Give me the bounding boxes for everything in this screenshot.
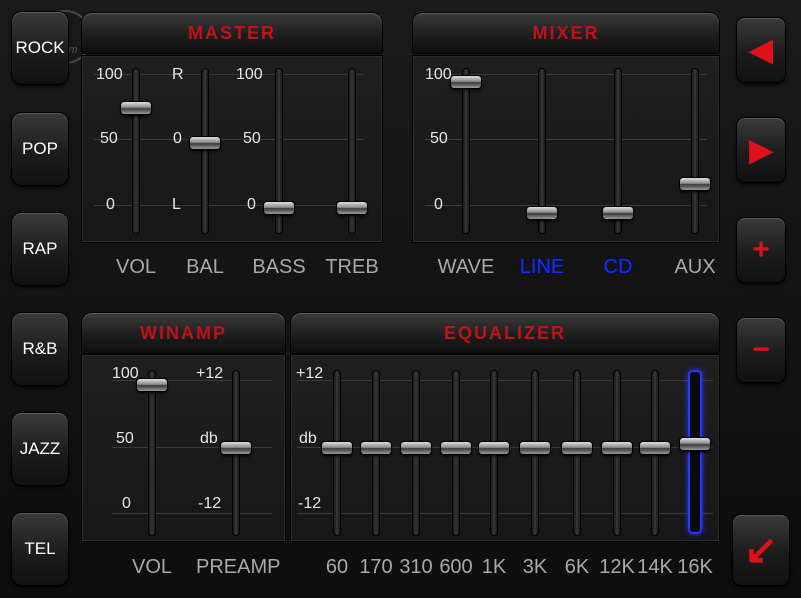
- eq-scale-minus12: -12: [298, 495, 322, 512]
- next-button[interactable]: ▶: [737, 118, 785, 182]
- master-scale-50: 50: [100, 130, 118, 147]
- mixer-cd-label[interactable]: CD: [588, 256, 648, 279]
- prev-icon: ◀: [749, 33, 773, 67]
- bal-scale-r: R: [172, 66, 184, 83]
- plus-icon: +: [752, 233, 770, 266]
- winamp-panel-header: WINAMP: [82, 313, 285, 353]
- eq-band-slider[interactable]: [361, 441, 391, 454]
- minus-button[interactable]: −: [737, 318, 785, 382]
- mixer-title: MIXER: [532, 22, 600, 43]
- mixer-panel-header: MIXER: [413, 13, 719, 53]
- master-bal-track[interactable]: [201, 68, 209, 234]
- back-arrow-icon: ↙: [744, 528, 778, 572]
- eq-band-slider[interactable]: [479, 441, 509, 454]
- eq-band-slider[interactable]: [322, 441, 352, 454]
- winamp-vol-track[interactable]: [148, 370, 156, 536]
- bass-scale-0: 0: [247, 196, 256, 213]
- master-vol-track[interactable]: [132, 68, 140, 234]
- master-panel-header: MASTER: [82, 13, 382, 53]
- mixer-aux-slider[interactable]: [680, 178, 710, 191]
- eq-scale-plus12: +12: [296, 365, 324, 382]
- eq-band-label: 3K: [522, 556, 548, 578]
- preamp-scale-minus12: -12: [198, 495, 222, 512]
- mixer-cd-slider[interactable]: [603, 207, 633, 219]
- mixer-wave-track[interactable]: [462, 68, 470, 234]
- plus-button[interactable]: +: [737, 218, 785, 282]
- preset-label: TEL: [24, 539, 56, 558]
- equalizer-title: EQUALIZER: [443, 322, 566, 343]
- mixer-wave-label: WAVE: [437, 256, 495, 278]
- mixer-scale-50: 50: [430, 130, 448, 147]
- grid-line: [112, 513, 272, 514]
- preamp-scale-plus12: +12: [196, 365, 224, 382]
- mixer-line-slider[interactable]: [527, 207, 557, 219]
- master-bass-label: BASS: [252, 256, 306, 278]
- winamp-vol-label: VOL: [131, 556, 173, 578]
- mixer-line-label[interactable]: LINE: [512, 256, 572, 279]
- bal-scale-l: L: [172, 196, 181, 213]
- preset-label: R&B: [22, 339, 58, 358]
- preset-rap-button[interactable]: RAP: [12, 213, 68, 285]
- master-treb-slider[interactable]: [337, 202, 367, 214]
- winamp-preamp-label: PREAMP: [196, 556, 281, 578]
- eq-band-slider[interactable]: [680, 437, 710, 450]
- preset-label: RAP: [22, 239, 58, 258]
- mixer-aux-label: AUX: [674, 256, 716, 278]
- eq-scale-db: db: [299, 430, 317, 447]
- preset-label: JAZZ: [19, 439, 61, 458]
- preset-tel-button[interactable]: TEL: [12, 513, 68, 585]
- winamp-scale-100: 100: [112, 365, 139, 382]
- master-title: MASTER: [188, 22, 276, 43]
- master-vol-slider[interactable]: [121, 101, 151, 114]
- preset-rock-button[interactable]: ROCK: [12, 12, 68, 84]
- eq-band-slider[interactable]: [520, 441, 550, 454]
- preset-pop-button[interactable]: POP: [12, 113, 68, 185]
- master-scale-0: 0: [106, 196, 115, 213]
- eq-band-slider[interactable]: [562, 441, 592, 454]
- mixer-scale-0: 0: [434, 196, 443, 213]
- preset-label: POP: [22, 139, 58, 158]
- eq-band-slider[interactable]: [401, 441, 431, 454]
- master-scale-100: 100: [96, 66, 123, 83]
- eq-band-label: 16K: [677, 556, 713, 578]
- winamp-vol-slider[interactable]: [137, 378, 167, 391]
- bass-scale-50: 50: [243, 130, 261, 147]
- eq-band-slider[interactable]: [640, 441, 670, 454]
- eq-band-track[interactable]: [688, 370, 702, 534]
- winamp-title: WINAMP: [140, 322, 227, 343]
- master-vol-label: VOL: [115, 256, 157, 278]
- master-bal-slider[interactable]: [190, 137, 220, 149]
- preset-jazz-button[interactable]: JAZZ: [12, 413, 68, 485]
- prev-button[interactable]: ◀: [737, 18, 785, 82]
- eq-band-slider[interactable]: [602, 441, 632, 454]
- winamp-scale-50: 50: [116, 430, 134, 447]
- back-button[interactable]: ↙: [733, 515, 789, 585]
- mixer-wave-slider[interactable]: [451, 76, 481, 88]
- master-bal-label: BAL: [186, 256, 224, 278]
- master-bass-slider[interactable]: [264, 202, 294, 214]
- next-icon: ▶: [749, 133, 773, 167]
- bal-scale-0: 0: [173, 130, 182, 147]
- mixer-scale-100: 100: [425, 66, 452, 83]
- eq-band-slider[interactable]: [441, 441, 471, 454]
- master-treb-label: TREB: [325, 256, 379, 278]
- winamp-scale-0: 0: [122, 495, 131, 512]
- preset-label: ROCK: [15, 38, 65, 57]
- bass-scale-100: 100: [236, 66, 263, 83]
- preamp-scale-db: db: [200, 430, 218, 447]
- winamp-preamp-slider[interactable]: [221, 441, 251, 454]
- minus-icon: −: [752, 333, 770, 366]
- mixer-aux-track[interactable]: [691, 68, 699, 234]
- preset-rnb-button[interactable]: R&B: [12, 313, 68, 385]
- equalizer-panel-header: EQUALIZER: [291, 313, 719, 353]
- master-panel: [82, 56, 382, 242]
